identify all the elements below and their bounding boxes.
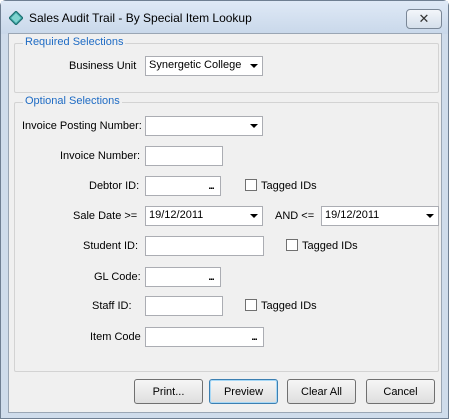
app-diamond-icon bbox=[9, 11, 23, 25]
staff-id-label: Staff ID: bbox=[92, 300, 132, 312]
dialog-window: Sales Audit Trail - By Special Item Look… bbox=[0, 0, 449, 419]
lookup-ellipsis-icon[interactable]: ... bbox=[246, 329, 262, 345]
item-code-label: Item Code bbox=[90, 331, 141, 343]
chevron-down-icon[interactable] bbox=[246, 58, 261, 74]
lookup-ellipsis-icon[interactable]: ... bbox=[203, 178, 219, 194]
invoice-posting-number-label: Invoice Posting Number: bbox=[22, 120, 142, 132]
debtor-id-label: Debtor ID: bbox=[89, 180, 140, 192]
clear-all-button[interactable]: Clear All bbox=[287, 379, 356, 404]
sale-date-to-value: 19/12/2011 bbox=[325, 209, 380, 221]
sale-date-to-label: AND <= bbox=[275, 210, 315, 222]
window-title: Sales Audit Trail - By Special Item Look… bbox=[29, 11, 252, 25]
staff-tagged-ids-label[interactable]: Tagged IDs bbox=[261, 300, 317, 312]
sale-date-to-select[interactable]: 19/12/2011 bbox=[321, 206, 439, 226]
business-unit-value: Synergetic College bbox=[149, 59, 242, 71]
invoice-number-input[interactable] bbox=[145, 146, 223, 166]
dialog-body: Required Selections Business Unit Synerg… bbox=[8, 33, 442, 413]
staff-tagged-ids-checkbox[interactable] bbox=[245, 299, 257, 311]
chevron-down-icon[interactable] bbox=[246, 208, 261, 224]
required-selections-legend: Required Selections bbox=[23, 36, 126, 48]
student-tagged-ids-checkbox[interactable] bbox=[286, 239, 298, 251]
debtor-id-input[interactable]: ... bbox=[145, 176, 221, 196]
cancel-button[interactable]: Cancel bbox=[366, 379, 435, 404]
sale-date-from-select[interactable]: 19/12/2011 bbox=[145, 206, 263, 226]
invoice-number-label: Invoice Number: bbox=[60, 150, 141, 162]
chevron-down-icon[interactable] bbox=[246, 118, 261, 134]
staff-id-input[interactable] bbox=[145, 296, 223, 316]
preview-button[interactable]: Preview bbox=[209, 379, 278, 404]
print-button[interactable]: Print... bbox=[134, 379, 203, 404]
business-unit-select[interactable]: Synergetic College bbox=[145, 56, 263, 76]
gl-code-label: GL Code: bbox=[94, 271, 141, 283]
gl-code-input[interactable]: ... bbox=[145, 267, 221, 287]
sale-date-from-label: Sale Date >= bbox=[73, 210, 138, 222]
student-id-label: Student ID: bbox=[83, 240, 139, 252]
close-icon: ✕ bbox=[418, 11, 430, 27]
chevron-down-icon[interactable] bbox=[422, 208, 437, 224]
optional-selections-legend: Optional Selections bbox=[23, 95, 122, 107]
business-unit-label: Business Unit bbox=[69, 60, 137, 72]
lookup-ellipsis-icon[interactable]: ... bbox=[203, 269, 219, 285]
invoice-posting-number-select[interactable] bbox=[145, 116, 263, 136]
title-bar[interactable]: Sales Audit Trail - By Special Item Look… bbox=[1, 1, 448, 34]
student-id-input[interactable] bbox=[145, 236, 264, 256]
debtor-tagged-ids-checkbox[interactable] bbox=[245, 179, 257, 191]
sale-date-from-value: 19/12/2011 bbox=[149, 209, 204, 221]
student-tagged-ids-label[interactable]: Tagged IDs bbox=[302, 240, 358, 252]
item-code-input[interactable]: ... bbox=[145, 327, 264, 347]
close-button[interactable]: ✕ bbox=[406, 9, 442, 29]
debtor-tagged-ids-label[interactable]: Tagged IDs bbox=[261, 180, 317, 192]
